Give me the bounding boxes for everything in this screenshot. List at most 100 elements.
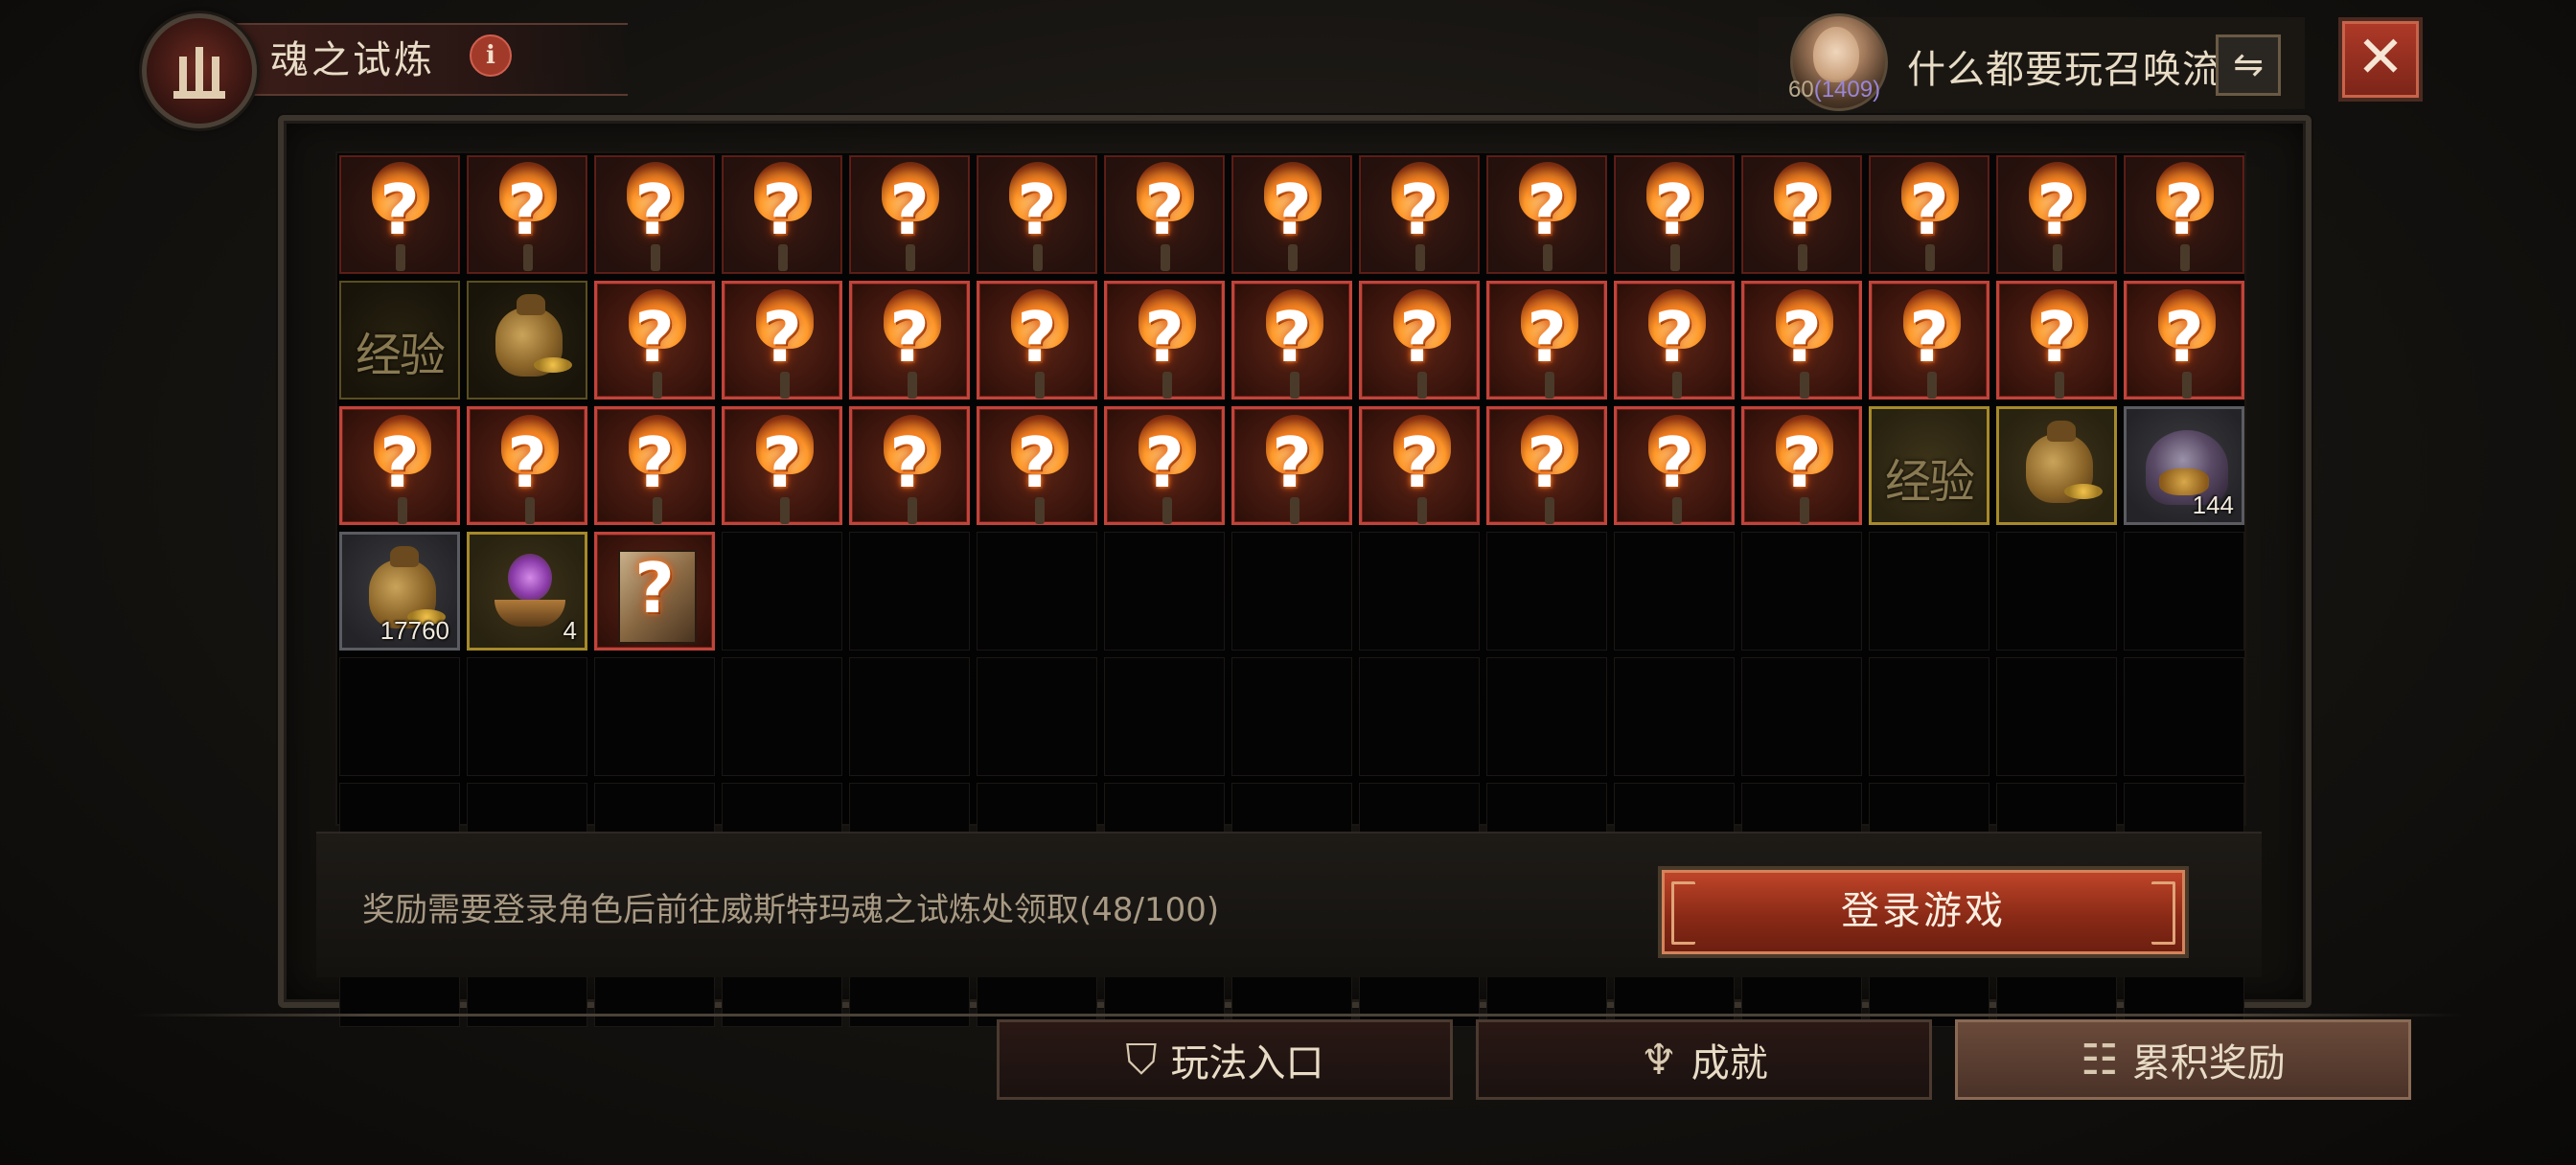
mystery-reward-slot[interactable]: ? [977, 281, 1097, 400]
mystery-reward-slot[interactable]: ? [339, 406, 460, 525]
helmet-reward-slot[interactable]: 144 [2124, 406, 2244, 525]
question-mark-icon: ? [595, 156, 714, 273]
empty-slot [1869, 532, 1990, 651]
question-mark-icon: ? [978, 156, 1096, 273]
mystery-reward-slot[interactable]: ? [1996, 155, 2117, 274]
question-mark-icon: ? [852, 284, 967, 399]
question-mark-icon: ? [470, 409, 585, 524]
mystery-reward-slot[interactable]: ? [1869, 155, 1990, 274]
gold-bag-reward-slot[interactable] [1996, 406, 2117, 525]
empty-slot [1486, 532, 1607, 651]
mystery-reward-slot[interactable]: ? [1486, 281, 1607, 400]
mystery-reward-slot[interactable]: ? [1486, 406, 1607, 525]
question-mark-icon: ? [1872, 284, 1987, 399]
chest-icon: ☷ [2081, 1035, 2119, 1085]
empty-slot [1996, 532, 2117, 651]
mystery-reward-slot[interactable]: ? [2124, 155, 2244, 274]
mystery-reward-slot[interactable]: ? [1104, 281, 1225, 400]
mystery-reward-slot[interactable]: ? [722, 281, 842, 400]
empty-slot [1996, 657, 2117, 776]
tab-achievements[interactable]: ♆ 成就 [1476, 1019, 1932, 1100]
mystery-reward-slot[interactable]: ? [1614, 406, 1735, 525]
question-mark-icon: ? [1489, 409, 1604, 524]
gold-bag-icon [495, 294, 572, 377]
mystery-reward-slot[interactable]: ? [1741, 406, 1862, 525]
info-icon[interactable]: i [470, 34, 512, 77]
mystery-reward-slot[interactable]: ? [977, 155, 1097, 274]
brazier-reward-slot[interactable]: 4 [467, 532, 587, 651]
question-mark-icon: ? [597, 284, 712, 399]
login-game-button[interactable]: 登录游戏 [1658, 866, 2189, 958]
tab-gameplay-entry[interactable]: ⛉ 玩法入口 [997, 1019, 1453, 1100]
question-mark-icon: ? [634, 548, 675, 628]
question-mark-icon: ? [1870, 156, 1989, 273]
tab-label: 累积奖励 [2131, 1041, 2286, 1085]
empty-slot [722, 532, 842, 651]
mystery-reward-slot[interactable]: ? [1231, 406, 1352, 525]
mystery-reward-slot[interactable]: ? [1486, 155, 1607, 274]
mystery-reward-slot[interactable]: ? [339, 155, 460, 274]
empty-slot [977, 532, 1097, 651]
mystery-reward-slot[interactable]: ? [1614, 281, 1735, 400]
mystery-reward-slot[interactable]: ? [849, 281, 970, 400]
question-mark-icon: ? [2125, 156, 2243, 273]
question-mark-icon: ? [1617, 409, 1732, 524]
empty-slot [1104, 657, 1225, 776]
mystery-reward-slot[interactable]: ? [1104, 406, 1225, 525]
mystery-reward-slot[interactable]: ? [1614, 155, 1735, 274]
tab-label: 玩法入口 [1170, 1041, 1324, 1085]
question-mark-icon: ? [979, 284, 1094, 399]
page-title: 魂之试炼 [270, 38, 435, 82]
mystery-reward-slot[interactable]: ? [1996, 281, 2117, 400]
swap-icon[interactable]: ⇋ [2216, 34, 2281, 96]
shield-icon: ⛉ [1125, 1035, 1158, 1085]
exp-reward-slot[interactable]: 经验 [1869, 406, 1990, 525]
question-mark-icon: ? [1744, 409, 1859, 524]
mystery-reward-slot[interactable]: ? [467, 406, 587, 525]
mystery-chest-slot[interactable]: ? [594, 532, 715, 651]
mystery-reward-slot[interactable]: ? [1231, 281, 1352, 400]
mystery-reward-slot[interactable]: ? [849, 406, 970, 525]
mystery-reward-slot[interactable]: ? [1741, 155, 1862, 274]
mystery-reward-slot[interactable]: ? [1104, 155, 1225, 274]
mystery-reward-slot[interactable]: ? [1231, 155, 1352, 274]
item-count: 144 [2192, 491, 2234, 519]
gold-bag-reward-slot[interactable] [467, 281, 587, 400]
mystery-reward-slot[interactable]: ? [849, 155, 970, 274]
question-mark-icon: ? [850, 156, 969, 273]
gold-bag-reward-slot[interactable]: 17760 [339, 532, 460, 651]
question-mark-icon: ? [723, 156, 841, 273]
exp-label: 经验 [1884, 455, 1975, 509]
mystery-reward-slot[interactable]: ? [1869, 281, 1990, 400]
mystery-reward-slot[interactable]: ? [977, 406, 1097, 525]
empty-slot [1741, 657, 1862, 776]
question-mark-icon: ? [852, 409, 967, 524]
empty-slot [1359, 532, 1480, 651]
mystery-reward-slot[interactable]: ? [594, 281, 715, 400]
empty-slot [1359, 657, 1480, 776]
mystery-reward-slot[interactable]: ? [467, 155, 587, 274]
tab-cumulative-rewards[interactable]: ☷ 累积奖励 [1955, 1019, 2411, 1100]
question-mark-icon: ? [342, 409, 457, 524]
mystery-reward-slot[interactable]: ? [1359, 406, 1480, 525]
exp-reward-slot[interactable]: 经验 [339, 281, 460, 400]
question-mark-icon: ? [1234, 284, 1349, 399]
question-mark-icon: ? [1744, 284, 1859, 399]
question-mark-icon: ? [1617, 284, 1732, 399]
mystery-reward-slot[interactable]: ? [2124, 281, 2244, 400]
empty-slot [1231, 532, 1352, 651]
brazier-icon [494, 554, 565, 634]
close-button[interactable]: ✕ [2338, 17, 2423, 102]
mystery-reward-slot[interactable]: ? [594, 406, 715, 525]
mystery-reward-slot[interactable]: ? [722, 155, 842, 274]
question-mark-icon: ? [1105, 156, 1224, 273]
mystery-reward-slot[interactable]: ? [1359, 155, 1480, 274]
mystery-reward-slot[interactable]: ? [594, 155, 715, 274]
question-mark-icon: ? [1360, 156, 1479, 273]
question-mark-icon: ? [340, 156, 459, 273]
mystery-reward-slot[interactable]: ? [722, 406, 842, 525]
empty-slot [1231, 657, 1352, 776]
mystery-reward-slot[interactable]: ? [1741, 281, 1862, 400]
question-mark-icon: ? [1107, 284, 1222, 399]
mystery-reward-slot[interactable]: ? [1359, 281, 1480, 400]
